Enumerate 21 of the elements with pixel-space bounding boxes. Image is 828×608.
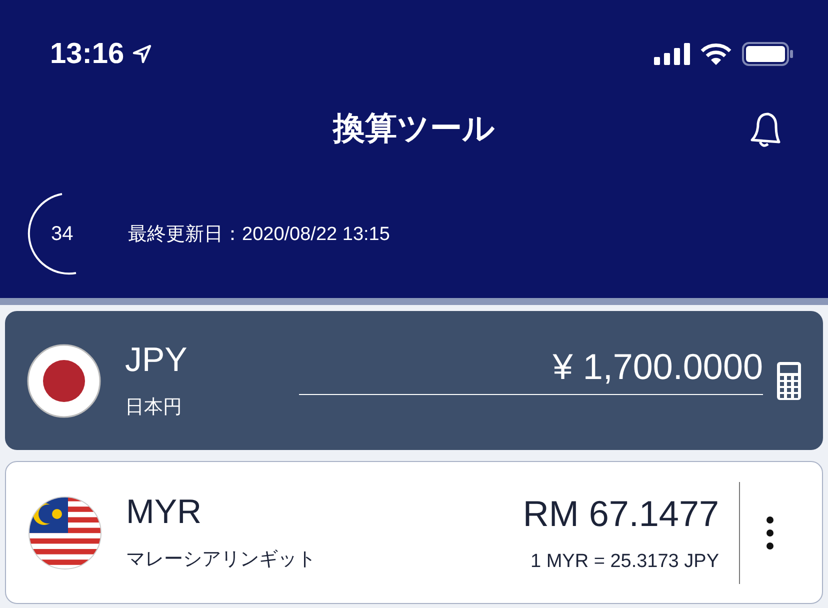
last-updated-text: 最終更新日：2020/08/22 13:15 xyxy=(128,223,390,247)
malaysia-flag-icon xyxy=(28,496,102,570)
currency-name: 日本円 xyxy=(125,396,183,420)
battery-icon xyxy=(742,42,794,66)
exchange-rate: 1 MYR = 25.3173 JPY xyxy=(530,550,719,572)
currency-name: マレーシアリンギット xyxy=(126,548,316,572)
wifi-icon xyxy=(700,42,732,66)
currency-code: MYR xyxy=(126,493,203,532)
signal-icon xyxy=(654,43,690,65)
amount-field[interactable]: ¥ 1,700.0000 xyxy=(299,346,763,395)
currency-code: JPY xyxy=(125,341,188,380)
location-arrow-icon xyxy=(132,44,152,64)
converted-amount: RM 67.1477 xyxy=(522,492,719,534)
status-time: 13:16 xyxy=(50,38,124,70)
more-options-icon[interactable] xyxy=(766,516,774,550)
countdown-text: 34 xyxy=(51,222,74,246)
calculator-icon[interactable] xyxy=(777,362,801,400)
base-currency-card[interactable]: JPY 日本円 ¥ 1,700.0000 xyxy=(5,311,823,450)
screen-title: 換算ツール xyxy=(333,109,495,148)
japan-flag-icon xyxy=(27,344,101,418)
currency-card[interactable]: MYR マレーシアリンギット RM 67.1477 1 MYR = 25.3173 JPY xyxy=(5,461,823,604)
